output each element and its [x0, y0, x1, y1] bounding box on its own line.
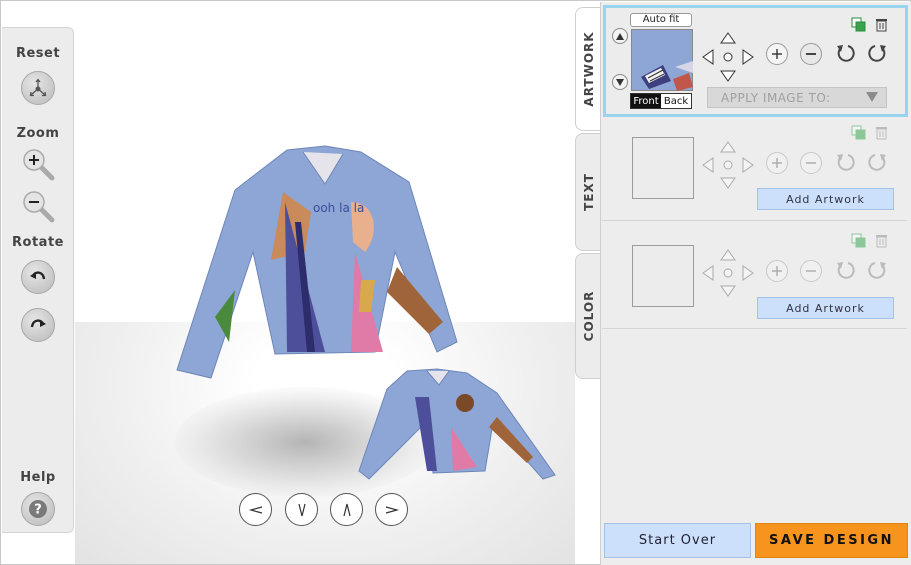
svg-text:ooh la la: ooh la la: [313, 201, 364, 215]
designer-app: Reset Zoom Rotate Help ? ooh la la ARTWO…: [0, 0, 911, 565]
arrow-right-icon: [385, 505, 399, 514]
rotate-label: Rotate: [12, 235, 64, 250]
scale-down-button-disabled: [800, 152, 822, 174]
scale-down-button-disabled: [800, 260, 822, 282]
rotate-cw-icon: [868, 262, 886, 279]
reset-view-button[interactable]: [21, 71, 55, 105]
minus-icon: [806, 270, 816, 272]
rotate-left-icon: [30, 271, 46, 280]
shirt-model-small[interactable]: [357, 367, 557, 482]
duplicate-icon[interactable]: [851, 17, 866, 32]
rotate-cw-icon: [868, 154, 886, 171]
zoom-out-icon: [23, 191, 55, 223]
tab-text-label: TEXT: [581, 173, 596, 211]
preview-stage[interactable]: ooh la la: [75, 2, 575, 564]
trash-icon: [876, 235, 887, 248]
scale-up-button[interactable]: [766, 43, 788, 65]
triangle-up-icon: [616, 32, 624, 40]
zoom-in-icon: [23, 149, 55, 181]
plus-icon: [772, 158, 782, 168]
tab-color-label: COLOR: [581, 290, 596, 342]
tab-color[interactable]: COLOR: [575, 253, 601, 379]
duplicate-icon: [851, 125, 866, 140]
rotate-ccw-icon: [837, 154, 855, 171]
slot-divider: [602, 328, 907, 329]
trash-icon: [876, 127, 887, 140]
back-option[interactable]: Back: [661, 94, 691, 108]
rotate-view-up-button[interactable]: [330, 493, 363, 526]
arrow-up-icon: [342, 503, 351, 516]
svg-text:?: ?: [34, 503, 42, 518]
question-icon: ?: [29, 500, 47, 518]
help-label: Help: [20, 470, 56, 485]
arrow-left-icon: [248, 505, 262, 514]
rotate-right-icon: [30, 319, 46, 328]
rotate-view-left-button[interactable]: [239, 493, 272, 526]
rotate-left-button[interactable]: [21, 260, 55, 294]
auto-fit-button[interactable]: Auto fit: [630, 13, 692, 27]
start-over-button[interactable]: Start Over: [604, 523, 751, 558]
zoom-out-button[interactable]: [22, 190, 58, 226]
arrow-down-icon: [297, 503, 306, 516]
move-artwork-control-disabled: [702, 249, 754, 297]
reset-label: Reset: [15, 46, 61, 61]
tab-artwork-label: ARTWORK: [581, 31, 596, 107]
apply-image-placeholder: APPLY IMAGE TO:: [721, 90, 831, 105]
add-artwork-button-3[interactable]: Add Artwork: [757, 297, 894, 319]
zoom-label: Zoom: [16, 126, 60, 141]
zoom-in-button[interactable]: [22, 148, 58, 184]
add-artwork-button-2[interactable]: Add Artwork: [757, 188, 894, 210]
duplicate-icon: [851, 233, 866, 248]
front-option[interactable]: Front: [631, 94, 661, 108]
move-artwork-control[interactable]: [701, 31, 755, 83]
shirt-model-large[interactable]: ooh la la: [175, 142, 465, 387]
help-button[interactable]: ?: [21, 492, 55, 526]
view-toolbar: Reset Zoom Rotate Help ?: [2, 27, 74, 533]
tab-text[interactable]: TEXT: [575, 133, 601, 251]
tab-artwork[interactable]: ARTWORK: [575, 7, 601, 131]
move-artwork-control-disabled: [702, 141, 754, 189]
layer-down-button[interactable]: [612, 74, 628, 90]
side-toggle: Front Back: [630, 93, 692, 109]
artwork-slot-3-thumbnail[interactable]: [632, 245, 694, 307]
chevron-down-icon: [866, 92, 878, 102]
rotate-view-down-button[interactable]: [285, 493, 318, 526]
trash-icon[interactable]: [874, 17, 889, 32]
slot-divider: [602, 220, 907, 221]
minus-icon: [806, 53, 816, 55]
artwork-slot-2-thumbnail[interactable]: [632, 137, 694, 199]
scale-up-button-disabled: [766, 152, 788, 174]
triangle-down-icon: [616, 78, 624, 86]
apply-image-select[interactable]: APPLY IMAGE TO:: [707, 87, 887, 108]
save-design-button[interactable]: SAVE DESIGN: [755, 523, 908, 558]
rotate-view-right-button[interactable]: [375, 493, 408, 526]
plus-icon: [772, 266, 782, 276]
rotate-ccw-icon: [837, 262, 855, 279]
layer-up-button[interactable]: [612, 28, 628, 44]
scale-down-button[interactable]: [800, 43, 822, 65]
artwork-thumbnail[interactable]: [631, 29, 693, 91]
rotate-ccw-button[interactable]: [834, 42, 856, 64]
scale-up-button-disabled: [766, 260, 788, 282]
reset-axes-icon: [29, 78, 47, 97]
rotate-cw-button[interactable]: [867, 42, 889, 64]
minus-icon: [806, 162, 816, 164]
plus-icon: [772, 49, 782, 59]
rotate-right-button[interactable]: [21, 308, 55, 342]
